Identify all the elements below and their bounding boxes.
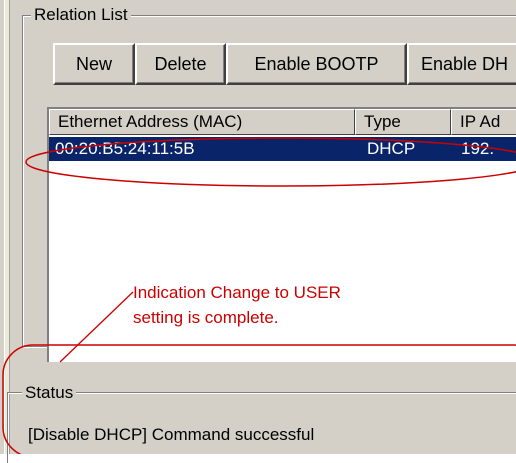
dialog-window: Relation List New Delete Enable BOOTP En… bbox=[0, 0, 516, 463]
highlight-ellipse-row bbox=[25, 137, 516, 187]
annotation-pointer-line bbox=[59, 291, 134, 363]
annotation-overlay bbox=[2, 137, 516, 454]
highlight-box-status bbox=[2, 344, 516, 454]
